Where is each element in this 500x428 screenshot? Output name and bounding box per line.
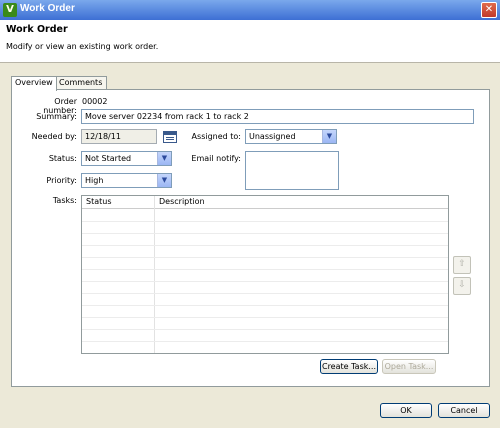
priority-label: Priority:: [46, 176, 77, 185]
open-task-button[interactable]: Open Task...: [382, 359, 436, 374]
chevron-down-icon[interactable]: ▼: [322, 130, 336, 143]
table-row: [82, 269, 448, 270]
table-row: [82, 281, 448, 282]
priority-select[interactable]: High ▼: [81, 173, 172, 188]
assigned-to-label: Assigned to:: [191, 132, 241, 141]
table-row: [82, 317, 448, 318]
assigned-to-value: Unassigned: [249, 132, 296, 141]
priority-value: High: [85, 176, 104, 185]
move-down-button[interactable]: ⇩: [453, 277, 471, 295]
chevron-down-icon[interactable]: ▼: [157, 174, 171, 187]
status-label: Status:: [48, 154, 77, 163]
needed-by-input[interactable]: 12/18/11: [81, 129, 157, 144]
move-up-button[interactable]: ⇧: [453, 256, 471, 274]
table-row: [82, 221, 448, 222]
app-icon: V: [3, 3, 17, 17]
chevron-down-icon[interactable]: ▼: [157, 152, 171, 165]
needed-by-label: Needed by:: [31, 132, 77, 141]
assigned-to-select[interactable]: Unassigned ▼: [245, 129, 337, 144]
window-title: Work Order: [20, 3, 75, 14]
dialog-header: Work Order Modify or view an existing wo…: [0, 20, 500, 63]
close-button[interactable]: ✕: [481, 2, 497, 18]
table-row: [82, 305, 448, 306]
ok-button[interactable]: OK: [380, 403, 432, 418]
cancel-button[interactable]: Cancel: [438, 403, 490, 418]
order-number-value: 00002: [82, 97, 108, 106]
create-task-button[interactable]: Create Task...: [320, 359, 378, 374]
status-value: Not Started: [85, 154, 132, 163]
summary-label: Summary:: [36, 112, 77, 121]
dialog-subtitle: Modify or view an existing work order.: [6, 42, 159, 51]
table-row: [82, 245, 448, 246]
column-header-status[interactable]: Status: [82, 196, 154, 208]
tab-comments[interactable]: Comments: [55, 76, 107, 90]
table-row: [82, 341, 448, 342]
table-row: [82, 233, 448, 234]
email-notify-input[interactable]: [245, 151, 339, 190]
tasks-label: Tasks:: [52, 196, 77, 205]
email-notify-label: Email notify:: [191, 154, 241, 163]
table-row: [82, 257, 448, 258]
table-row: [82, 293, 448, 294]
tasks-table-header: Status Description: [82, 196, 448, 209]
column-header-description[interactable]: Description: [155, 196, 439, 208]
tasks-table[interactable]: Status Description: [81, 195, 449, 354]
arrow-up-icon: ⇧: [458, 259, 466, 269]
summary-input[interactable]: Move server 02234 from rack 1 to rack 2: [81, 109, 474, 124]
arrow-down-icon: ⇩: [458, 280, 466, 290]
tab-overview[interactable]: Overview: [11, 76, 57, 91]
table-row: [82, 329, 448, 330]
status-select[interactable]: Not Started ▼: [81, 151, 172, 166]
title-bar: V Work Order ✕: [0, 0, 500, 20]
calendar-icon[interactable]: [163, 131, 177, 143]
dialog-title: Work Order: [6, 24, 68, 35]
